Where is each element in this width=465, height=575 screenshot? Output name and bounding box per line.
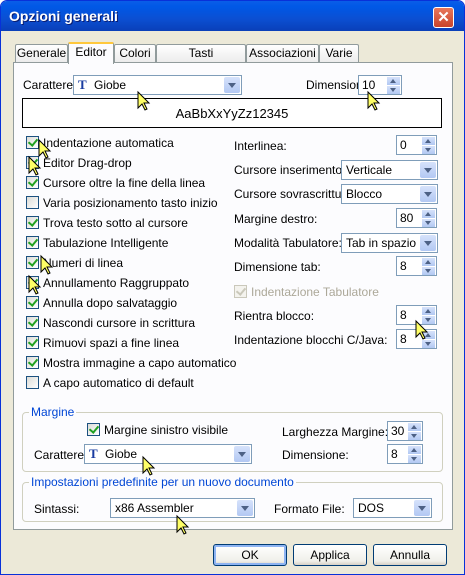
arrow-cursor-icon — [367, 90, 381, 111]
arrow-cursor-icon — [28, 274, 42, 295]
arrow-cursor-icon — [28, 155, 42, 176]
tab-editor[interactable]: Editor — [68, 42, 114, 64]
arrow-cursor-icon — [176, 514, 190, 535]
arrow-cursor-icon — [137, 90, 151, 111]
options-dialog: Opzioni generali ✕ Generale Editor Color… — [0, 0, 465, 575]
arrow-cursor-icon — [40, 254, 54, 275]
cursor-overlay — [28, 90, 429, 535]
arrow-cursor-icon — [38, 138, 52, 159]
arrow-cursor-icon — [142, 455, 156, 476]
arrow-cursor-icon — [415, 319, 429, 340]
